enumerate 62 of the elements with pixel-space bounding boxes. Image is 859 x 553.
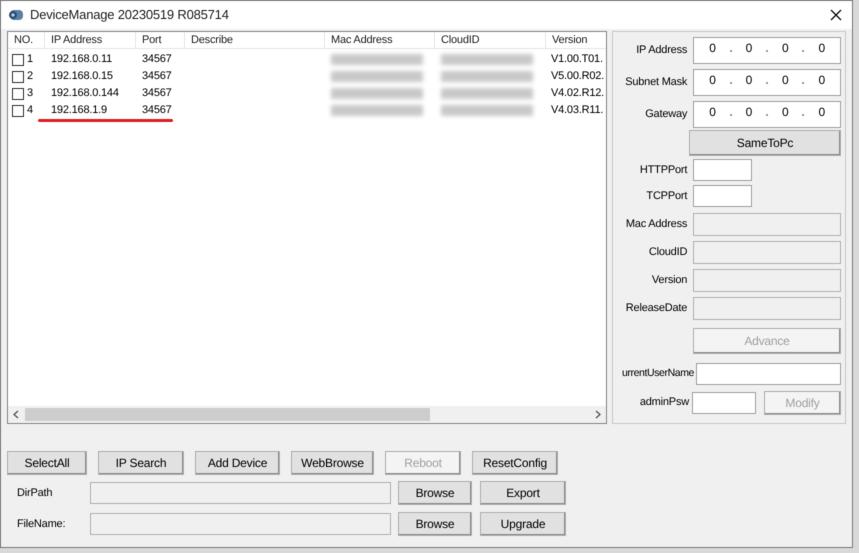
checkbox[interactable]	[12, 54, 24, 66]
button[interactable]: Browse	[398, 512, 472, 536]
table-cell: 192.168.1.9	[51, 104, 107, 116]
table-cell-text: 1	[27, 52, 33, 68]
table-cell-text: 4	[27, 103, 33, 118]
column-header[interactable]: NO.	[8, 32, 45, 48]
input-field[interactable]	[696, 363, 841, 385]
field-label: TCPPort	[646, 188, 688, 204]
checkbox[interactable]	[12, 104, 24, 116]
button[interactable]: SameToPc	[689, 130, 841, 156]
field-label: CloudID	[648, 245, 688, 260]
table-cell: 192.168.0.11	[51, 53, 112, 66]
field-label: HTTPPort	[640, 162, 688, 178]
table-cell: V5.00.R02.	[551, 70, 604, 82]
close-icon[interactable]	[830, 9, 842, 21]
camera-icon	[7, 9, 25, 21]
field-label: IP Address	[636, 43, 688, 58]
field-label: Mac Address	[626, 217, 688, 232]
table-cell: V4.02.R12.	[551, 87, 604, 100]
table-cell: 192.168.0.15	[51, 70, 113, 82]
table-cell: 34567	[142, 70, 172, 82]
table-cell: 34567	[142, 53, 172, 66]
field-label: FileName:	[17, 518, 66, 530]
table-cell: V4.03.R11.	[551, 104, 604, 116]
button[interactable]: Upgrade	[480, 512, 566, 536]
table-cell-text: 2	[27, 69, 33, 84]
column-header[interactable]: Port	[136, 32, 185, 48]
field-label: Gateway	[645, 107, 688, 122]
column-header[interactable]: CloudID	[435, 32, 546, 48]
field-label: urrentUserName	[622, 366, 694, 382]
table-cell: 34567	[142, 104, 172, 116]
field-label: Subnet Mask	[625, 75, 688, 90]
column-header[interactable]: Mac Address	[325, 32, 435, 48]
column-header[interactable]: Version	[546, 32, 606, 48]
input-field[interactable]	[693, 185, 752, 207]
button[interactable]: Export	[480, 481, 566, 505]
input-field[interactable]	[693, 159, 752, 181]
button[interactable]: Add Device	[195, 451, 280, 475]
button[interactable]: IP Search	[98, 451, 184, 475]
table-cell: V1.00.T01.	[551, 53, 603, 66]
table-cell: 192.168.0.144	[51, 87, 119, 100]
field-label: ReleaseDate	[626, 301, 688, 316]
button[interactable]: WebBrowse	[291, 451, 374, 475]
table-cell: 34567	[142, 87, 172, 100]
window-title: DeviceManage 20230519 R085714	[30, 6, 229, 24]
field-label: Version	[652, 273, 688, 288]
scrollbar-thumb[interactable]	[25, 408, 430, 421]
checkbox[interactable]	[12, 88, 24, 100]
button[interactable]: ResetConfig	[472, 451, 558, 475]
column-header[interactable]: IP Address	[45, 32, 136, 48]
column-header[interactable]: Describe	[185, 32, 325, 48]
field-label: DirPath	[17, 486, 52, 499]
field-label: adminPsw	[640, 395, 689, 410]
horizontal-scrollbar[interactable]	[8, 406, 606, 423]
checkbox[interactable]	[12, 70, 24, 82]
button[interactable]: Browse	[398, 481, 472, 505]
ip-address-field[interactable]: 0 0 0 0	[693, 101, 841, 128]
button[interactable]: SelectAll	[7, 451, 87, 475]
ip-address-field[interactable]: 0 0 0 0	[693, 37, 841, 64]
password-field[interactable]	[692, 392, 756, 414]
ip-address-field[interactable]: 0 0 0 0	[693, 69, 841, 96]
table-cell-text: 3	[27, 86, 33, 102]
